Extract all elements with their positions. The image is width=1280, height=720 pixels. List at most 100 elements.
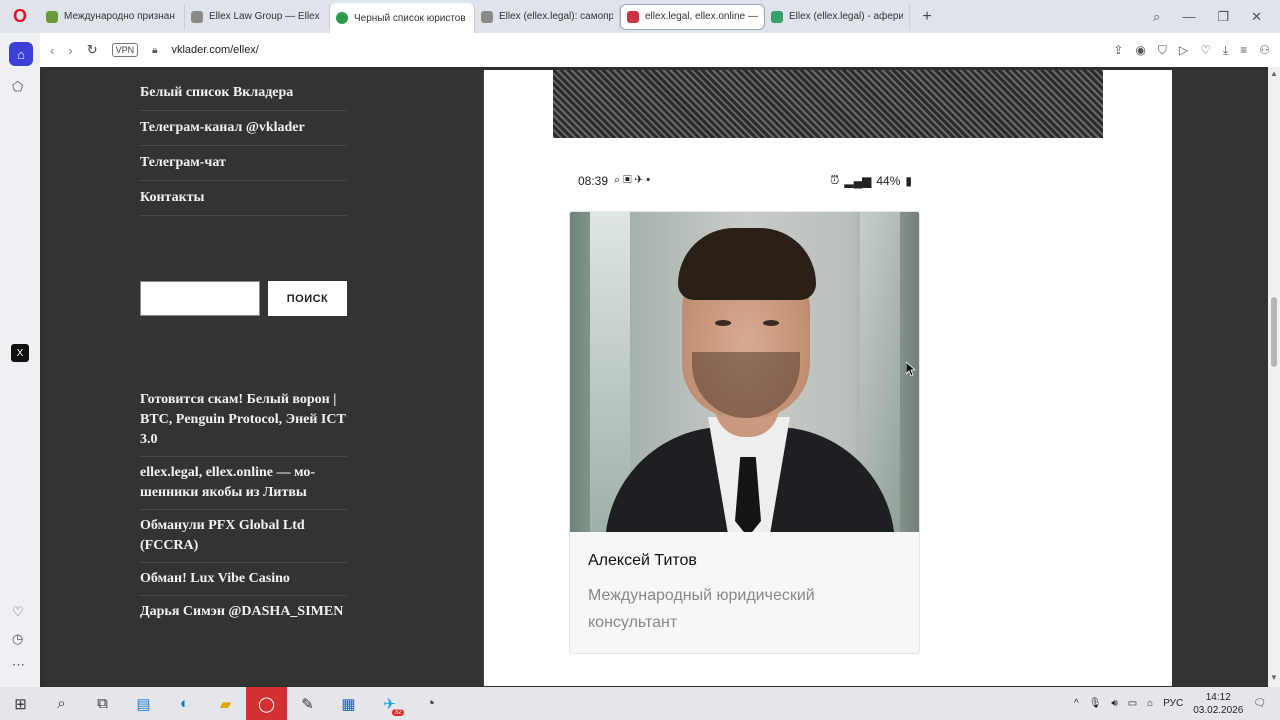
volume-icon[interactable]: 🔊︎ <box>1111 698 1117 709</box>
opera-taskbar-icon[interactable]: ◯ <box>246 687 287 720</box>
profile-icon[interactable]: ⚇ <box>1259 43 1270 57</box>
page-scrollbar[interactable]: ▲ ▼ <box>1268 67 1280 687</box>
mouse-cursor-icon <box>906 362 916 376</box>
microphone-icon[interactable]: 🎙︎ <box>1089 698 1102 709</box>
menu-item: Белый список Вкладера <box>140 76 347 111</box>
more-icon[interactable]: ⋯ <box>12 657 25 673</box>
tab-title: Международно признан <box>64 11 175 22</box>
scroll-thumb[interactable] <box>1271 297 1277 367</box>
menu-link-whitelist[interactable]: Белый список Вкладера <box>140 83 347 103</box>
recent-post-link[interactable]: Дарья Симэн @DASHA_SIMEN <box>140 602 347 622</box>
x-icon[interactable]: X <box>11 344 29 362</box>
windows-start-icon[interactable]: ⊞ <box>0 687 41 720</box>
person-role: Международный юридический консультант <box>588 587 815 631</box>
pinboard-icon[interactable]: ⬠ <box>12 79 23 95</box>
back-icon[interactable]: ‹ <box>50 43 54 58</box>
scroll-down-icon[interactable]: ▼ <box>1270 673 1278 682</box>
tray-chevron-icon[interactable]: ^ <box>1074 698 1079 709</box>
task-view-icon[interactable]: ⧉ <box>82 687 123 720</box>
search-button[interactable]: ПОИСК <box>268 281 347 316</box>
tab-5[interactable]: Ellex (ellex.legal) - аферис <box>765 3 910 30</box>
file-explorer-icon[interactable]: ▰ <box>205 687 246 720</box>
tab-4[interactable]: ellex.legal, ellex.online — <box>620 3 765 30</box>
app-icon[interactable]: ✎ <box>287 687 328 720</box>
close-icon[interactable]: ✕ <box>1251 9 1262 25</box>
forward-icon[interactable]: › <box>68 43 72 58</box>
list-item: Дарья Симэн @DASHA_SIMEN <box>140 596 347 628</box>
calculator-icon[interactable]: ▦ <box>328 687 369 720</box>
scroll-up-icon[interactable]: ▲ <box>1270 69 1278 78</box>
clock-date: 03.02.2026 <box>1193 704 1244 716</box>
phone-time: 08:39 <box>578 173 609 188</box>
tab-3[interactable]: Ellex (ellex.legal): самопро <box>475 3 620 30</box>
windows-taskbar: ⊞ ⌕ ⧉ ▤ ◐ ▰ ◯ ✎ ▦ ✈ 32 ◔ ^ 🎙︎ 🔊︎ ▭ ⌂ РУС … <box>0 687 1280 720</box>
telegram-badge: 32 <box>392 709 404 716</box>
battery-icon: ▮ <box>905 173 912 188</box>
reload-icon[interactable]: ↻ <box>87 42 98 58</box>
lock-icon[interactable]: 🔒︎ <box>152 45 157 56</box>
clock-time: 14:12 <box>1205 691 1231 703</box>
menu-item: Контакты <box>140 181 347 216</box>
search-form: ПОИСК <box>140 281 347 316</box>
notepad-icon[interactable]: ▤ <box>123 687 164 720</box>
recent-post-link[interactable]: Обманули PFX Global Ltd (FCCRA) <box>140 516 347 556</box>
heart-icon[interactable]: ♡ <box>12 604 24 620</box>
page-right-margin <box>1172 70 1268 686</box>
tab-title: Ellex (ellex.legal): самопро <box>499 11 613 22</box>
address-bar: ‹ › ↻ VPN 🔒︎ vklader.com/ellex/ ⇪ ◉ ⛉ ▷ … <box>40 33 1280 67</box>
maximize-icon[interactable]: ❐ <box>1217 9 1229 25</box>
opera-logo-icon[interactable]: O <box>0 0 40 33</box>
menu-link-telegram-chat[interactable]: Телеграм-чат <box>140 153 347 173</box>
tab-favicon-icon <box>481 10 493 23</box>
list-item: Готовится скам! Белый ворон | BTC, Pengu… <box>140 384 347 457</box>
notifications-icon[interactable]: 🗨︎ <box>1253 698 1266 709</box>
home-icon[interactable]: ⌂ <box>9 42 33 66</box>
new-tab-button[interactable]: + <box>916 6 938 28</box>
tab-favicon-icon <box>771 10 783 23</box>
tab-1[interactable]: Ellex Law Group — Ellex Lo <box>185 3 330 30</box>
tab-favicon-icon <box>336 12 348 24</box>
edge-icon[interactable]: ◐ <box>164 687 205 720</box>
recent-post-link[interactable]: ellex.legal, ellex.online — мо­шенники я… <box>140 463 347 503</box>
vpn-badge[interactable]: VPN <box>111 43 139 57</box>
search-icon[interactable]: ⌕ <box>41 687 82 720</box>
search-input[interactable] <box>140 281 260 316</box>
taskbar-clock[interactable]: 14:12 03.02.2026 <box>1193 691 1243 717</box>
play-icon[interactable]: ▷ <box>1179 43 1188 57</box>
minimize-icon[interactable]: — <box>1182 9 1195 24</box>
url-field[interactable]: vklader.com/ellex/ <box>171 44 258 56</box>
shield-icon[interactable]: ⛉ <box>1158 43 1167 58</box>
language-indicator[interactable]: РУС <box>1163 698 1183 709</box>
network-icon[interactable]: ⌂ <box>1147 698 1153 709</box>
tab-0[interactable]: Международно признан <box>40 3 185 30</box>
search-tabs-icon[interactable]: ⌕ <box>1153 9 1160 25</box>
tab-favicon-icon <box>46 10 58 23</box>
card-body: Алексей Титов Международный юридический … <box>570 532 919 653</box>
share-icon[interactable]: ⇪ <box>1113 43 1123 57</box>
profile-photo <box>570 212 919 532</box>
camera-icon[interactable]: ◉ <box>1135 43 1145 57</box>
site-sidebar: Белый список Вкладера Телеграм-канал @vk… <box>44 70 484 686</box>
menu-icon[interactable]: ≡ <box>1240 43 1247 57</box>
tab-title: ellex.legal, ellex.online — <box>645 11 758 22</box>
tab-title: Ellex (ellex.legal) - аферис <box>789 11 903 22</box>
eye-shape <box>763 320 779 326</box>
tab-list: Международно признан Ellex Law Group — E… <box>40 0 910 33</box>
web-page: Белый список Вкладера Телеграм-канал @vk… <box>44 70 1268 686</box>
menu-link-telegram-channel[interactable]: Телеграм-канал @vklader <box>140 118 347 138</box>
tab-title: Ellex Law Group — Ellex Lo <box>209 11 323 22</box>
history-icon[interactable]: ◷ <box>12 631 23 647</box>
tab-2[interactable]: Черный список юристов <box>330 3 475 33</box>
heart-icon[interactable]: ♡ <box>1200 43 1211 57</box>
download-icon[interactable]: ⤓ <box>1223 43 1228 58</box>
phone-status-right: ⏰︎ ▂▄▆ 44% ▮ <box>830 173 912 188</box>
recent-post-link[interactable]: Обман! Lux Vibe Casino <box>140 569 347 589</box>
menu-link-contacts[interactable]: Контакты <box>140 188 347 208</box>
battery-tray-icon[interactable]: ▭ <box>1128 698 1137 709</box>
telegram-icon[interactable]: ✈ 32 <box>369 687 410 720</box>
alarm-icon: ⏰︎ <box>830 173 840 187</box>
carbon-texture-image <box>553 70 1103 138</box>
site-menu: Белый список Вкладера Телеграм-канал @vk… <box>140 76 347 216</box>
recent-post-link[interactable]: Готовится скам! Белый ворон | BTC, Pengu… <box>140 390 347 450</box>
clock-app-icon[interactable]: ◔ <box>410 687 451 720</box>
